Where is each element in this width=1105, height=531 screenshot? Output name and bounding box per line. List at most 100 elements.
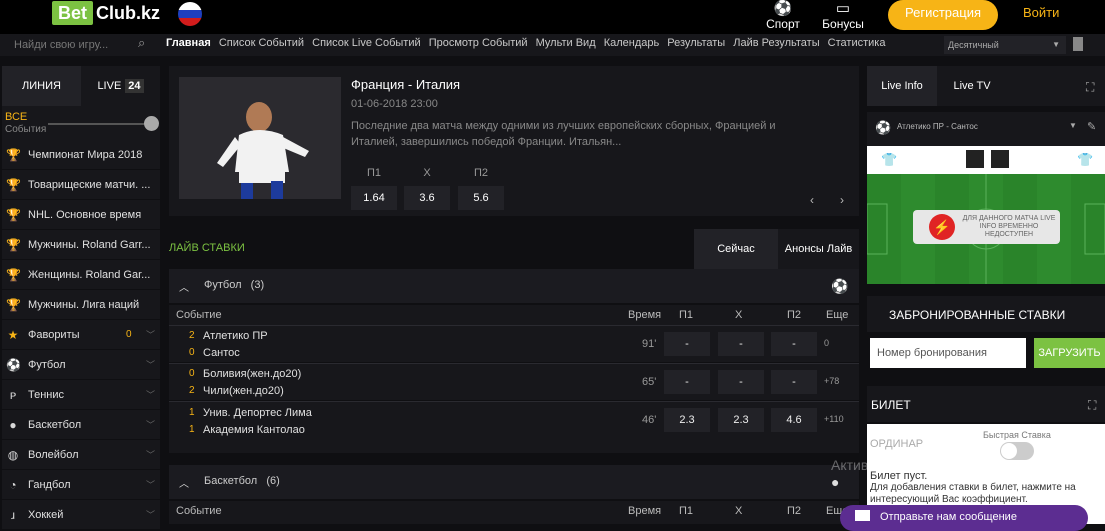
menu-item-live-results[interactable]: Лайв Результаты	[733, 37, 819, 49]
tab-now[interactable]: Сейчас	[694, 229, 778, 269]
tab-live-announcements[interactable]: Анонсы Лайв	[778, 229, 859, 269]
sidebar-item-favorites[interactable]: ★ Фавориты 0 ﹀	[2, 321, 160, 350]
menu-item-events[interactable]: Список Событий	[219, 37, 304, 49]
more-markets[interactable]: +78	[824, 376, 839, 386]
single-bet-label[interactable]: ОРДИНАР	[870, 438, 923, 450]
logo-club[interactable]: Club.kz	[96, 1, 160, 25]
live-match-row[interactable]: 2 Атлетико ПР 0 Сантос 91' - - - 0	[169, 325, 859, 362]
all-filter-label: ВСЕ	[5, 111, 28, 123]
odd-p1[interactable]: -	[664, 370, 710, 394]
time-filter-track[interactable]	[48, 123, 148, 125]
sidebar-item-roland-women[interactable]: 🏆 Женщины. Roland Gar...	[2, 261, 160, 290]
nav-sport[interactable]: ⚽ Спорт	[760, 0, 806, 31]
tab-live[interactable]: LIVE 24	[81, 66, 160, 106]
tab-line[interactable]: ЛИНИЯ	[2, 66, 81, 106]
sidebar-item-world-cup[interactable]: 🏆 Чемпионат Мира 2018	[2, 141, 160, 170]
live-info-match-select[interactable]: ⚽ Атлетико ПР - Сантос ▼ ✎	[867, 112, 1105, 146]
chevron-down-icon: ﹀	[146, 510, 156, 520]
time-filter-handle[interactable]	[144, 116, 159, 131]
menu-item-results[interactable]: Результаты	[667, 37, 725, 49]
search-input[interactable]: Найди свою игру...	[6, 36, 158, 54]
live-match-row[interactable]: 0 Боливия(жен.до20) 2 Чили(жен.до20) 65'…	[169, 363, 859, 400]
menu-item-statistics[interactable]: Статистика	[828, 37, 886, 49]
document-icon[interactable]	[1073, 37, 1083, 51]
sidebar-item-football[interactable]: ⚽ Футбол ﹀	[2, 351, 160, 380]
odd-p1[interactable]: -	[664, 332, 710, 356]
menu-item-view-events[interactable]: Просмотр Событий	[429, 37, 528, 49]
sidebar-item-friendlies[interactable]: 🏆 Товарищеские матчи. ...	[2, 171, 160, 200]
sidebar-item-roland-men[interactable]: 🏆 Мужчины. Roland Garr...	[2, 231, 160, 260]
odd-x[interactable]: 2.3	[718, 408, 764, 432]
live-match-row[interactable]: 1 Унив. Депортес Лима 1 Академия Кантола…	[169, 401, 859, 453]
odds-format-select[interactable]: Десятичный ▼	[944, 36, 1066, 54]
trophy-icon: 🏆	[6, 268, 21, 282]
football-section-header[interactable]: ︿ Футбол (3) ⚽	[169, 269, 859, 303]
col-x: Х	[735, 309, 743, 321]
logo-bet[interactable]: Bet	[52, 1, 94, 25]
odd-p2[interactable]: -	[771, 370, 817, 394]
odd-x[interactable]: -	[718, 332, 764, 356]
home-score: 0	[189, 368, 195, 379]
chevron-down-icon: ▼	[1069, 121, 1077, 130]
match-time: 65'	[642, 376, 657, 388]
login-button[interactable]: Войти	[1023, 5, 1059, 20]
odd-p1[interactable]: 2.3	[664, 408, 710, 432]
menu-item-main[interactable]: Главная	[166, 37, 211, 49]
menu-item-multi-view[interactable]: Мульти Вид	[536, 37, 596, 49]
live-info-unavailable-notice: ⚡ ДЛЯ ДАННОГО МАТЧА LIVE INFO ВРЕМЕННО Н…	[913, 210, 1060, 244]
expand-icon[interactable]: ⛶	[1086, 80, 1094, 95]
featured-match-photo[interactable]	[179, 77, 341, 199]
odd-label-p1: П1	[366, 167, 382, 179]
tab-live-tv[interactable]: Live TV	[937, 66, 1007, 106]
col-p2: П2	[787, 505, 802, 517]
sidebar-item-hockey[interactable]: ɹ Хоккей ﹀	[2, 501, 160, 530]
load-booking-button[interactable]: ЗАГРУЗИТЬ	[1034, 338, 1105, 368]
sidebar-item-handball[interactable]: ◔ Гандбол ﹀	[2, 471, 160, 500]
trophy-icon: 🏆	[6, 298, 21, 312]
featured-odd-x[interactable]: 3.6	[404, 186, 450, 210]
search-icon[interactable]: ⌕	[138, 35, 145, 51]
menu-item-calendar[interactable]: Календарь	[604, 37, 660, 49]
featured-odd-p1[interactable]: 1.64	[351, 186, 397, 210]
nav-bonuses[interactable]: ▭ Бонусы	[820, 0, 866, 31]
sidebar-item-basketball[interactable]: ● Баскетбол ﹀	[2, 411, 160, 440]
register-button[interactable]: Регистрация	[888, 0, 998, 30]
odd-x[interactable]: -	[718, 370, 764, 394]
ticket-title: БИЛЕТ	[867, 386, 1105, 422]
football-icon: ⚽	[875, 120, 892, 135]
sidebar-item-nations-league[interactable]: 🏆 Мужчины. Лига наций	[2, 291, 160, 320]
pin-icon[interactable]: ✎	[1087, 120, 1096, 133]
menu-item-live-events[interactable]: Список Live Событий	[312, 37, 421, 49]
russia-flag-icon[interactable]	[178, 2, 202, 26]
away-team: Чили(жен.до20)	[203, 385, 284, 397]
booked-bets-title: ЗАБРОНИРОВАННЫЕ СТАВКИ	[867, 296, 1105, 332]
sidebar-item-tennis[interactable]: ᴩ Теннис ﹀	[2, 381, 160, 410]
lightning-icon: ⚡	[929, 214, 955, 240]
featured-match-title[interactable]: Франция - Италия	[351, 77, 460, 92]
more-markets[interactable]: +110	[824, 414, 844, 424]
odd-p2[interactable]: 4.6	[771, 408, 817, 432]
expand-icon[interactable]: ⛶	[1088, 398, 1096, 413]
basketball-section-header[interactable]: ︿ Баскетбол (6) ●	[169, 465, 859, 499]
events-filter-label: События	[5, 124, 47, 135]
featured-match-date: 01-06-2018 23:00	[351, 98, 438, 110]
featured-odd-p2[interactable]: 5.6	[458, 186, 504, 210]
send-message-button[interactable]: Отправьте нам сообщение	[840, 505, 1088, 531]
sidebar-item-label: Хоккей	[28, 509, 64, 521]
odd-p2[interactable]: -	[771, 332, 817, 356]
chevron-left-icon[interactable]: ‹	[810, 193, 814, 207]
col-more: Еще	[826, 309, 849, 321]
booking-number-input[interactable]: Номер бронирования	[870, 338, 1026, 368]
trophy-icon: 🏆	[6, 148, 21, 162]
odd-label-p2: П2	[473, 167, 489, 179]
more-markets[interactable]: 0	[824, 338, 829, 348]
sidebar-item-nhl[interactable]: 🏆 NHL. Основное время	[2, 201, 160, 230]
match-time: 46'	[642, 414, 657, 426]
tab-live-info[interactable]: Live Info	[867, 66, 937, 106]
sidebar-item-volleyball[interactable]: ◍ Волейбол ﹀	[2, 441, 160, 470]
quick-bet-toggle[interactable]	[1000, 442, 1034, 460]
col-p2: П2	[787, 309, 802, 321]
col-p1: П1	[679, 505, 694, 517]
chevron-right-icon[interactable]: ›	[840, 193, 844, 207]
chevron-down-icon: ﹀	[146, 420, 156, 430]
